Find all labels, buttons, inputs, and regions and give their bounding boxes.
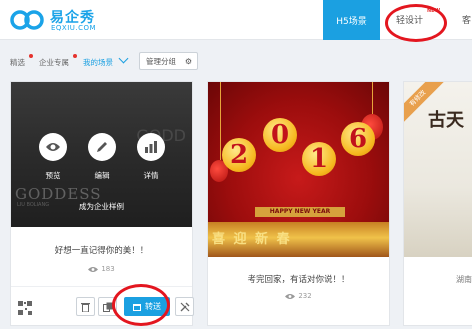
- view-count: 183: [11, 265, 192, 273]
- become-sample-link[interactable]: 成为企业样例: [11, 201, 192, 212]
- eye-icon: [88, 266, 99, 272]
- happy-new-year-banner: HAPPY NEW YEAR: [255, 207, 345, 217]
- nav-tab-customer[interactable]: 客: [462, 13, 471, 26]
- scene-title: 考完回家，有话对你说！！: [247, 275, 350, 285]
- card-toolbar: 转送: [11, 286, 194, 325]
- nav-tab-light-design[interactable]: 轻设计: [396, 13, 423, 26]
- year-digit: 1: [302, 142, 336, 176]
- qr-code-icon[interactable]: [18, 301, 32, 315]
- top-header: 易企秀 EQXIU.COM H5场景 轻设计 NEW 客: [0, 0, 472, 40]
- settings-button[interactable]: [175, 297, 194, 316]
- scene-card[interactable]: GODD GODDESS LIU BOLIANG 预览 编辑 详情 成为企业样例…: [10, 81, 194, 326]
- brand-domain: EQXIU.COM: [51, 24, 97, 32]
- scene-title: 湖南: [456, 275, 472, 284]
- eqxiu-logo-icon[interactable]: [10, 8, 44, 32]
- year-digit: 0: [263, 118, 297, 152]
- scene-thumbnail[interactable]: 有修改 古天: [404, 82, 472, 257]
- edit-button[interactable]: [88, 133, 116, 161]
- filter-featured[interactable]: 精选: [10, 57, 25, 68]
- scene-card[interactable]: 2 0 1 6 HAPPY NEW YEAR 喜 迎 新 春 考完回家，有话对你…: [207, 81, 390, 326]
- new-badge: NEW: [427, 8, 441, 14]
- trash-icon: [81, 302, 90, 312]
- copy-button[interactable]: [98, 297, 117, 316]
- view-count-value: 183: [101, 265, 115, 273]
- share-transfer-button[interactable]: 转送: [124, 297, 170, 316]
- delete-button[interactable]: [76, 297, 95, 316]
- details-label: 详情: [143, 171, 159, 180]
- eye-icon: [46, 143, 60, 151]
- filter-my-scenes[interactable]: 我的场景: [83, 57, 113, 68]
- lantern-string: [372, 82, 373, 114]
- chevron-down-icon[interactable]: [118, 53, 129, 64]
- year-digit: 6: [341, 122, 375, 156]
- notify-dot: [73, 54, 77, 58]
- wrench-icon: [180, 302, 189, 311]
- copy-icon: [102, 302, 112, 312]
- bar-chart-icon: [145, 141, 157, 153]
- scene-thumbnail[interactable]: GODD GODDESS LIU BOLIANG 预览 编辑 详情 成为企业样例: [11, 82, 192, 227]
- scene-card[interactable]: 有修改 古天 湖南: [403, 81, 472, 326]
- details-button[interactable]: [137, 133, 165, 161]
- notify-dot: [29, 54, 33, 58]
- scene-title: 好想一直记得你的美！！: [54, 246, 149, 256]
- share-transfer-label: 转送: [145, 302, 161, 311]
- calendar-icon: [133, 303, 141, 311]
- edit-label: 编辑: [94, 171, 110, 180]
- preview-button[interactable]: [39, 133, 67, 161]
- lantern-string: [220, 82, 221, 160]
- year-digit: 2: [222, 138, 256, 172]
- view-count-value: 232: [298, 292, 312, 300]
- view-count: 232: [208, 292, 389, 300]
- filter-company[interactable]: 企业专属: [39, 57, 69, 68]
- preview-label: 预览: [45, 171, 61, 180]
- gold-band-text: 喜 迎 新 春: [212, 232, 292, 247]
- eye-icon: [285, 293, 296, 299]
- scene-thumbnail[interactable]: 2 0 1 6 HAPPY NEW YEAR 喜 迎 新 春: [208, 82, 389, 257]
- manage-group-button[interactable]: 管理分组 ⚙: [139, 52, 198, 70]
- nav-tab-h5[interactable]: H5场景: [323, 0, 380, 40]
- pencil-icon: [97, 142, 107, 152]
- gear-icon: ⚙: [184, 57, 192, 66]
- thumbnail-calligraphy: 古天: [428, 110, 464, 131]
- manage-group-label: 管理分组: [146, 56, 176, 66]
